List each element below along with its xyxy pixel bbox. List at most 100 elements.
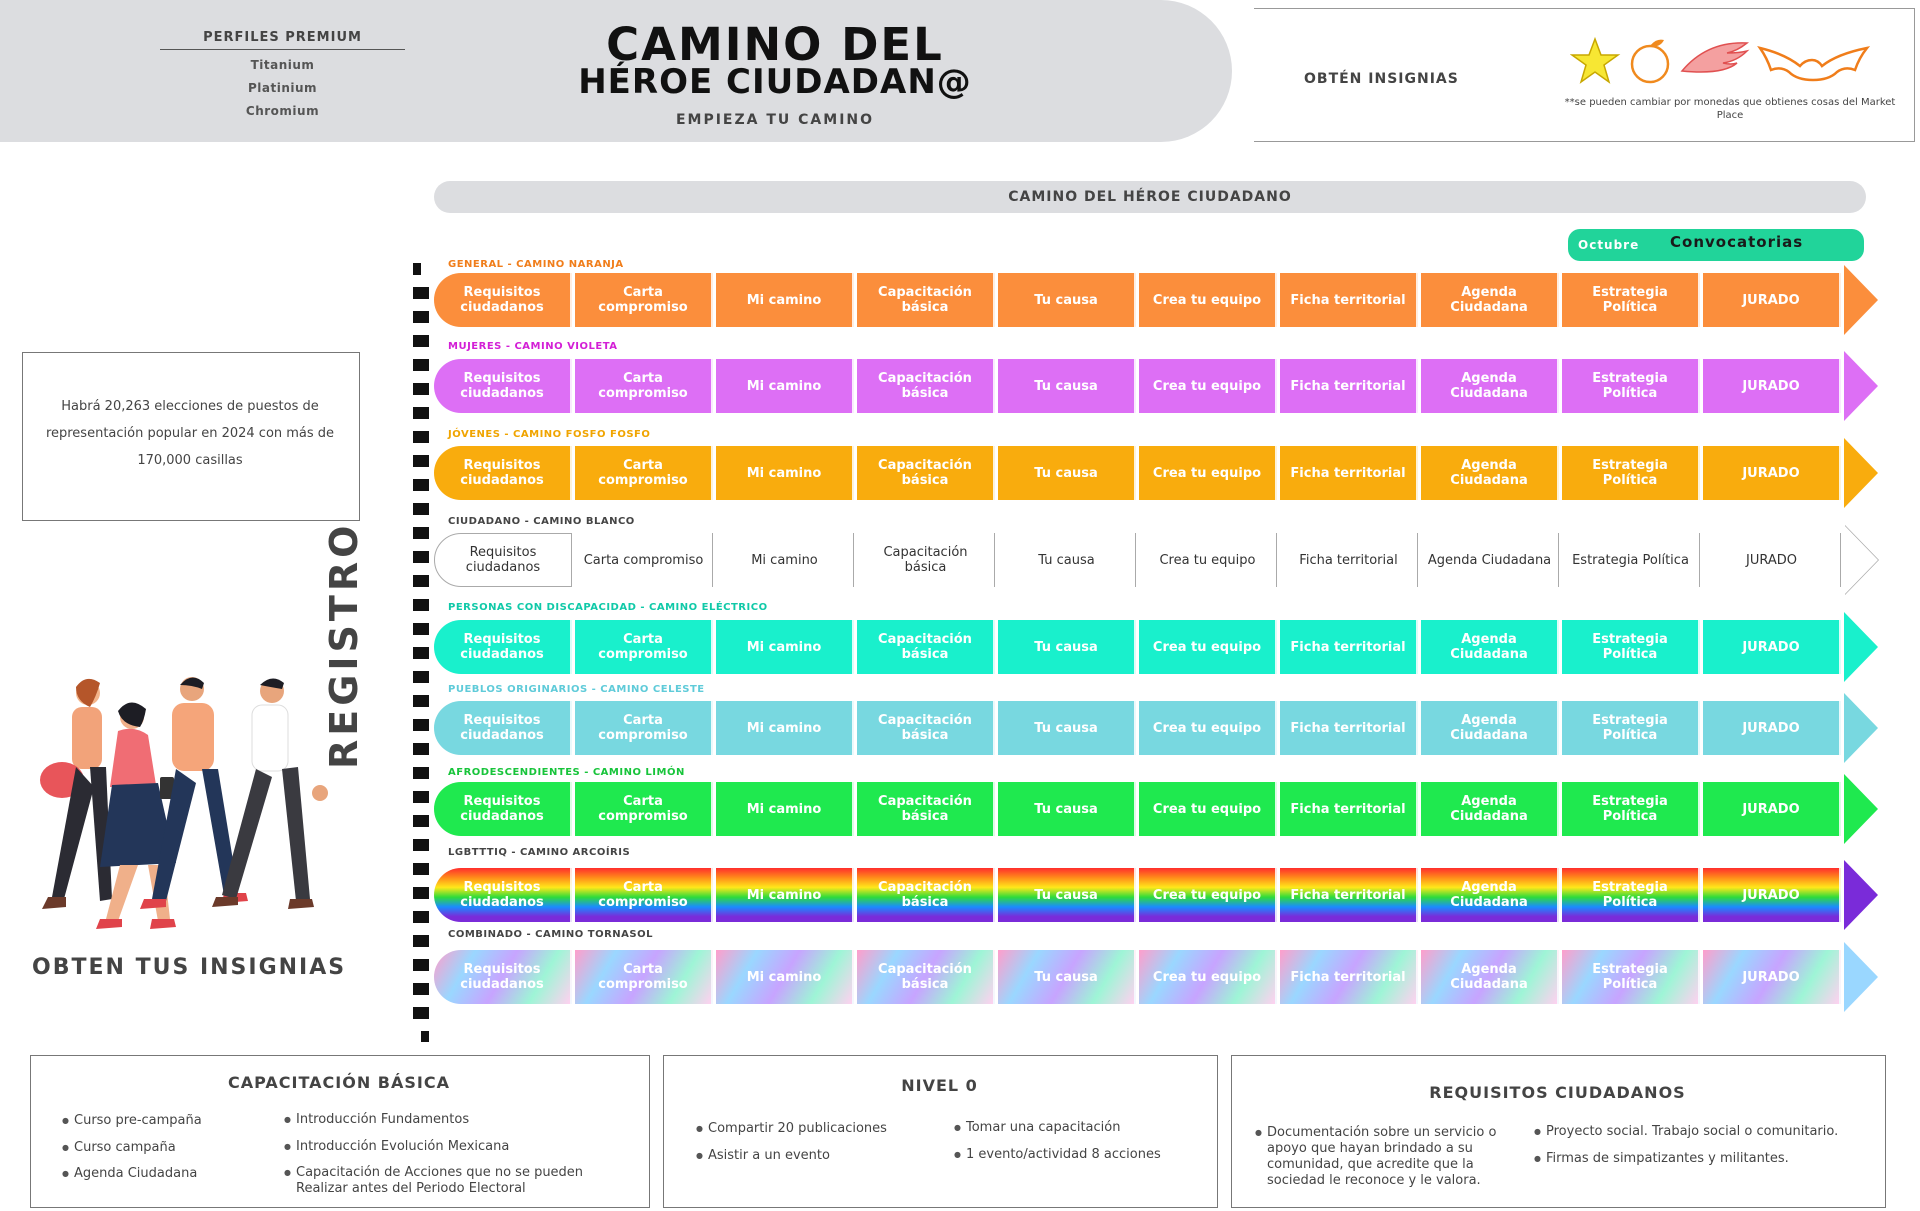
step-tornasol-1[interactable]: Carta compromiso xyxy=(575,950,713,1004)
step-rainbow-2[interactable]: Mi camino xyxy=(716,868,854,922)
step-orange-4[interactable]: Tu causa xyxy=(998,273,1136,327)
step-lemon-4[interactable]: Tu causa xyxy=(998,782,1136,836)
step-white-1[interactable]: Carta compromiso xyxy=(575,533,713,587)
lane-arrow-rainbow xyxy=(1844,860,1878,930)
step-rainbow-6[interactable]: Ficha territorial xyxy=(1280,868,1418,922)
step-celeste-8[interactable]: Estrategia Política xyxy=(1562,701,1700,755)
step-electric-8[interactable]: Estrategia Política xyxy=(1562,620,1700,674)
step-orange-9[interactable]: JURADO xyxy=(1703,273,1841,327)
step-celeste-1[interactable]: Carta compromiso xyxy=(575,701,713,755)
step-lemon-6[interactable]: Ficha territorial xyxy=(1280,782,1418,836)
step-yellow-7[interactable]: Agenda Ciudadana xyxy=(1421,446,1559,500)
step-violet-5[interactable]: Crea tu equipo xyxy=(1139,359,1277,413)
step-electric-2[interactable]: Mi camino xyxy=(716,620,854,674)
step-electric-4[interactable]: Tu causa xyxy=(998,620,1136,674)
premium-item-platinium[interactable]: Platinium xyxy=(160,81,405,95)
lane-label: LGBTTTIQ - CAMINO ARCOÍRIS xyxy=(448,847,631,858)
step-yellow-3[interactable]: Capacitación básica xyxy=(857,446,995,500)
step-yellow-0[interactable]: Requisitos ciudadanos xyxy=(434,446,572,500)
step-rainbow-1[interactable]: Carta compromiso xyxy=(575,868,713,922)
step-violet-8[interactable]: Estrategia Política xyxy=(1562,359,1700,413)
step-violet-9[interactable]: JURADO xyxy=(1703,359,1841,413)
step-orange-0[interactable]: Requisitos ciudadanos xyxy=(434,273,572,327)
step-rainbow-3[interactable]: Capacitación básica xyxy=(857,868,995,922)
step-white-4[interactable]: Tu causa xyxy=(998,533,1136,587)
step-celeste-7[interactable]: Agenda Ciudadana xyxy=(1421,701,1559,755)
step-white-0[interactable]: Requisitos ciudadanos xyxy=(434,533,572,587)
step-electric-0[interactable]: Requisitos ciudadanos xyxy=(434,620,572,674)
step-yellow-4[interactable]: Tu causa xyxy=(998,446,1136,500)
step-tornasol-9[interactable]: JURADO xyxy=(1703,950,1841,1004)
step-celeste-3[interactable]: Capacitación básica xyxy=(857,701,995,755)
step-orange-6[interactable]: Ficha territorial xyxy=(1280,273,1418,327)
step-lemon-8[interactable]: Estrategia Política xyxy=(1562,782,1700,836)
step-orange-3[interactable]: Capacitación básica xyxy=(857,273,995,327)
step-electric-7[interactable]: Agenda Ciudadana xyxy=(1421,620,1559,674)
step-rainbow-8[interactable]: Estrategia Política xyxy=(1562,868,1700,922)
step-violet-4[interactable]: Tu causa xyxy=(998,359,1136,413)
step-rainbow-5[interactable]: Crea tu equipo xyxy=(1139,868,1277,922)
step-rainbow-9[interactable]: JURADO xyxy=(1703,868,1841,922)
step-violet-7[interactable]: Agenda Ciudadana xyxy=(1421,359,1559,413)
step-electric-1[interactable]: Carta compromiso xyxy=(575,620,713,674)
step-tornasol-7[interactable]: Agenda Ciudadana xyxy=(1421,950,1559,1004)
step-lemon-0[interactable]: Requisitos ciudadanos xyxy=(434,782,572,836)
step-white-7[interactable]: Agenda Ciudadana xyxy=(1421,533,1559,587)
person-4-icon xyxy=(212,678,328,909)
star-icon xyxy=(1570,36,1621,84)
step-lemon-1[interactable]: Carta compromiso xyxy=(575,782,713,836)
step-orange-1[interactable]: Carta compromiso xyxy=(575,273,713,327)
step-violet-2[interactable]: Mi camino xyxy=(716,359,854,413)
step-yellow-9[interactable]: JURADO xyxy=(1703,446,1841,500)
step-lemon-5[interactable]: Crea tu equipo xyxy=(1139,782,1277,836)
step-white-8[interactable]: Estrategia Política xyxy=(1562,533,1700,587)
step-violet-6[interactable]: Ficha territorial xyxy=(1280,359,1418,413)
step-electric-3[interactable]: Capacitación básica xyxy=(857,620,995,674)
step-violet-0[interactable]: Requisitos ciudadanos xyxy=(434,359,572,413)
step-violet-3[interactable]: Capacitación básica xyxy=(857,359,995,413)
step-white-5[interactable]: Crea tu equipo xyxy=(1139,533,1277,587)
step-white-2[interactable]: Mi camino xyxy=(716,533,854,587)
step-orange-8[interactable]: Estrategia Política xyxy=(1562,273,1700,327)
step-white-3[interactable]: Capacitación básica xyxy=(857,533,995,587)
step-lemon-7[interactable]: Agenda Ciudadana xyxy=(1421,782,1559,836)
step-yellow-8[interactable]: Estrategia Política xyxy=(1562,446,1700,500)
nivel-item: Asistir a un evento xyxy=(696,1148,830,1164)
step-tornasol-2[interactable]: Mi camino xyxy=(716,950,854,1004)
step-violet-1[interactable]: Carta compromiso xyxy=(575,359,713,413)
step-rainbow-0[interactable]: Requisitos ciudadanos xyxy=(434,868,572,922)
step-celeste-5[interactable]: Crea tu equipo xyxy=(1139,701,1277,755)
step-tornasol-6[interactable]: Ficha territorial xyxy=(1280,950,1418,1004)
convocatorias-label[interactable]: Convocatorias xyxy=(1670,233,1803,251)
step-tornasol-3[interactable]: Capacitación básica xyxy=(857,950,995,1004)
step-rainbow-7[interactable]: Agenda Ciudadana xyxy=(1421,868,1559,922)
step-tornasol-8[interactable]: Estrategia Política xyxy=(1562,950,1700,1004)
step-yellow-1[interactable]: Carta compromiso xyxy=(575,446,713,500)
step-celeste-4[interactable]: Tu causa xyxy=(998,701,1136,755)
step-celeste-9[interactable]: JURADO xyxy=(1703,701,1841,755)
step-yellow-2[interactable]: Mi camino xyxy=(716,446,854,500)
step-white-6[interactable]: Ficha territorial xyxy=(1280,533,1418,587)
step-tornasol-0[interactable]: Requisitos ciudadanos xyxy=(434,950,572,1004)
step-celeste-0[interactable]: Requisitos ciudadanos xyxy=(434,701,572,755)
step-yellow-6[interactable]: Ficha territorial xyxy=(1280,446,1418,500)
step-tornasol-5[interactable]: Crea tu equipo xyxy=(1139,950,1277,1004)
step-orange-2[interactable]: Mi camino xyxy=(716,273,854,327)
premium-item-chromium[interactable]: Chromium xyxy=(160,104,405,118)
elections-info-text: Habrá 20,263 elecciones de puestos de re… xyxy=(45,399,335,468)
step-celeste-2[interactable]: Mi camino xyxy=(716,701,854,755)
step-electric-6[interactable]: Ficha territorial xyxy=(1280,620,1418,674)
step-lemon-9[interactable]: JURADO xyxy=(1703,782,1841,836)
step-tornasol-4[interactable]: Tu causa xyxy=(998,950,1136,1004)
step-celeste-6[interactable]: Ficha territorial xyxy=(1280,701,1418,755)
step-white-9[interactable]: JURADO xyxy=(1703,533,1841,587)
step-orange-5[interactable]: Crea tu equipo xyxy=(1139,273,1277,327)
step-lemon-2[interactable]: Mi camino xyxy=(716,782,854,836)
step-orange-7[interactable]: Agenda Ciudadana xyxy=(1421,273,1559,327)
step-electric-5[interactable]: Crea tu equipo xyxy=(1139,620,1277,674)
step-yellow-5[interactable]: Crea tu equipo xyxy=(1139,446,1277,500)
step-rainbow-4[interactable]: Tu causa xyxy=(998,868,1136,922)
step-electric-9[interactable]: JURADO xyxy=(1703,620,1841,674)
step-lemon-3[interactable]: Capacitación básica xyxy=(857,782,995,836)
premium-item-titanium[interactable]: Titanium xyxy=(160,58,405,72)
